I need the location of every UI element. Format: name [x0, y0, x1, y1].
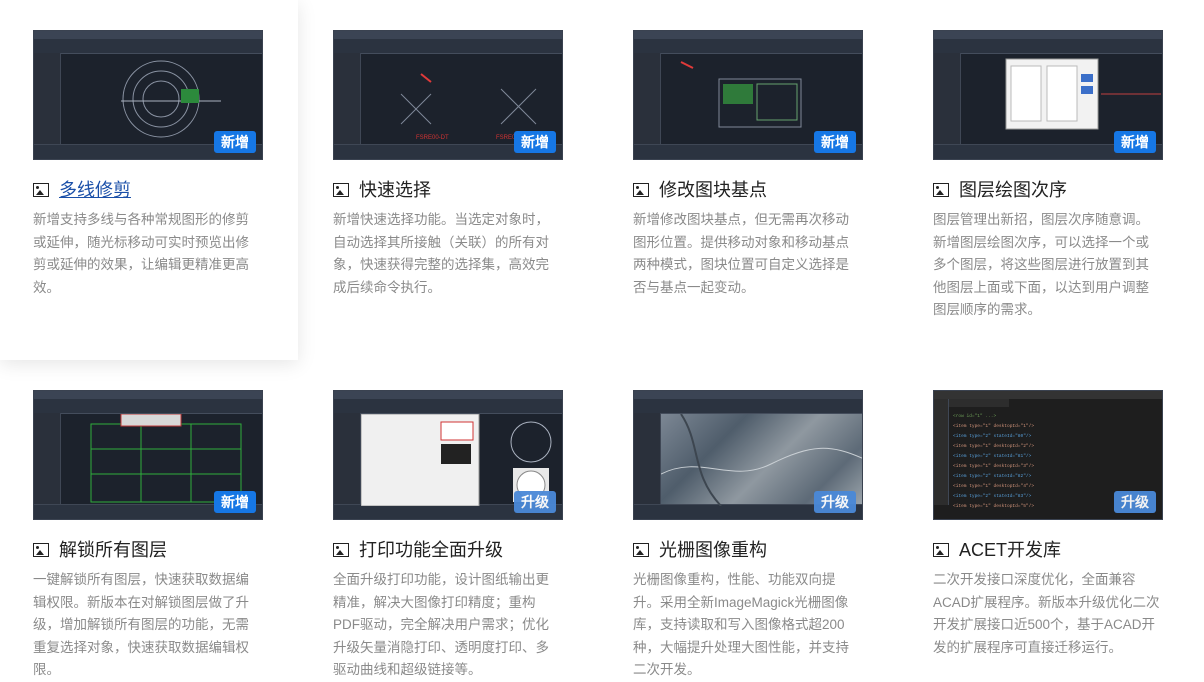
feature-title: 图层绘图次序	[933, 178, 1067, 202]
image-icon	[33, 543, 49, 557]
svg-text:<item type="1" desktopId="4"/>: <item type="1" desktopId="4"/>	[953, 483, 1034, 489]
svg-text:<item type="2" stateId="80"/>: <item type="2" stateId="80"/>	[953, 433, 1032, 439]
feature-title: ACET开发库	[933, 538, 1061, 562]
svg-text:<item type="1" desktopId="3"/>: <item type="1" desktopId="3"/>	[953, 463, 1034, 469]
image-icon	[633, 183, 649, 197]
feature-thumbnail-multiline-trim[interactable]: 新增	[33, 30, 263, 160]
feature-thumbnail-layer-order[interactable]: 新增	[933, 30, 1163, 160]
image-icon	[333, 543, 349, 557]
svg-text:FSRE00-DT: FSRE00-DT	[416, 135, 449, 141]
svg-text:<row id="1" ...>: <row id="1" ...>	[953, 413, 997, 419]
new-badge: 新增	[214, 491, 256, 513]
new-badge: 新增	[1114, 131, 1156, 153]
feature-description: 光栅图像重构，性能、功能双向提升。采用全新ImageMagick光栅图像库，支持…	[633, 572, 849, 677]
feature-description: 图层管理出新招，图层次序随意调。新增图层绘图次序，可以选择一个或多个图层，将这些…	[933, 212, 1149, 317]
feature-description: 二次开发接口深度优化，全面兼容ACAD扩展程序。新版本升级优化二次开发扩展接口近…	[933, 572, 1160, 655]
svg-text:<item type="1" desktopId="2"/>: <item type="1" desktopId="2"/>	[953, 443, 1034, 449]
upgrade-badge: 升级	[514, 491, 556, 513]
feature-description: 一键解锁所有图层，快速获取数据编辑权限。新版本在对解锁图层做了升级，增加解锁所有…	[33, 572, 249, 677]
image-icon	[33, 183, 49, 197]
feature-title: 打印功能全面升级	[333, 538, 503, 562]
new-badge: 新增	[814, 131, 856, 153]
feature-description: 新增修改图块基点，但无需再次移动图形位置。提供移动对象和移动基点两种模式，图块位…	[633, 212, 849, 295]
image-icon	[633, 543, 649, 557]
feature-description: 新增快速选择功能。当选定对象时，自动选择其所接触（关联）的所有对象，快速获得完整…	[333, 212, 549, 295]
svg-text:<item type="2" stateId="82"/>: <item type="2" stateId="82"/>	[953, 473, 1032, 479]
feature-thumbnail-acet-library[interactable]: <row id="1" ...> <item type="1" desktopI…	[933, 390, 1163, 520]
feature-title: 修改图块基点	[633, 178, 767, 202]
svg-text:<item type="1" desktopId="1"/>: <item type="1" desktopId="1"/>	[953, 423, 1034, 429]
new-badge: 新增	[214, 131, 256, 153]
feature-title: 快速选择	[333, 178, 431, 202]
feature-title-link[interactable]: 多线修剪	[33, 178, 131, 202]
upgrade-badge: 升级	[1114, 491, 1156, 513]
feature-thumbnail-print-upgrade[interactable]: 升级	[333, 390, 563, 520]
svg-text:<item type="1" desktopId="5"/>: <item type="1" desktopId="5"/>	[953, 503, 1034, 509]
feature-title: 解锁所有图层	[33, 538, 167, 562]
image-icon	[333, 183, 349, 197]
feature-thumbnail-unlock-layers[interactable]: 新增	[33, 390, 263, 520]
upgrade-badge: 升级	[814, 491, 856, 513]
feature-thumbnail-raster-image[interactable]: 升级	[633, 390, 863, 520]
feature-thumbnail-quick-select[interactable]: FSRE00-DT FSRE00-DT 新增	[333, 30, 563, 160]
feature-thumbnail-block-basepoint[interactable]: 新增	[633, 30, 863, 160]
feature-description: 全面升级打印功能，设计图纸输出更精准，解决大图像打印精度；重构PDF驱动，完全解…	[333, 572, 549, 677]
feature-title: 光栅图像重构	[633, 538, 767, 562]
feature-description: 新增支持多线与各种常规图形的修剪或延伸，随光标移动可实时预览出修剪或延伸的效果，…	[33, 212, 249, 295]
image-icon	[933, 183, 949, 197]
image-icon	[933, 543, 949, 557]
svg-text:<item type="2" stateId="83"/>: <item type="2" stateId="83"/>	[953, 493, 1032, 499]
svg-text:<item type="2" stateId="81"/>: <item type="2" stateId="81"/>	[953, 453, 1032, 459]
new-badge: 新增	[514, 131, 556, 153]
